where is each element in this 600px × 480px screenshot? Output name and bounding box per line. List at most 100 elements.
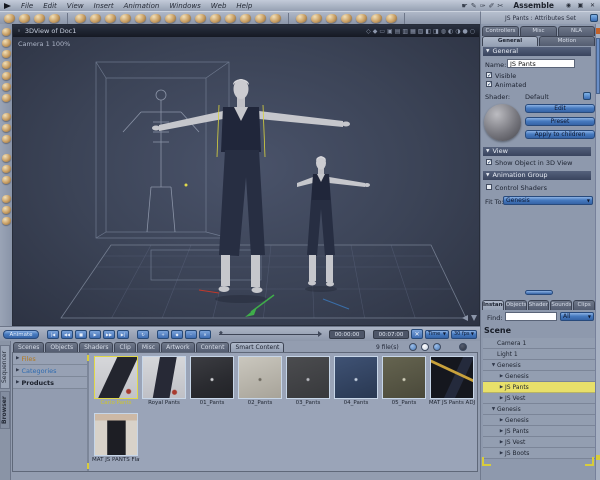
preview-shade-icon[interactable]: ○ xyxy=(470,26,475,37)
edit-button[interactable]: Edit xyxy=(525,104,595,113)
fire-icon[interactable] xyxy=(210,13,221,23)
menu-animation[interactable]: Animation xyxy=(119,2,165,10)
stop-button[interactable]: ■ xyxy=(75,329,87,339)
menu-help[interactable]: Help xyxy=(231,2,257,10)
tab-sequencer[interactable]: Sequencer xyxy=(0,345,10,389)
tab-sounds[interactable]: Sounds xyxy=(550,300,573,310)
content-thumbnail-01-pants[interactable]: 01_Pants xyxy=(188,355,236,412)
eye-visibility-icon[interactable]: ◉ xyxy=(564,1,573,11)
content-thumbnail-royal-pants[interactable]: Royal Pants xyxy=(140,355,188,412)
camera-bank-icon[interactable] xyxy=(1,176,11,184)
layout-single-icon[interactable]: ▣ xyxy=(387,26,393,37)
wand-icon[interactable] xyxy=(371,13,382,23)
scene-item-light-1[interactable]: Light 1 xyxy=(483,349,595,360)
wrench-icon[interactable] xyxy=(4,13,15,23)
tab-misc[interactable]: Misc xyxy=(520,26,557,36)
go-start-button[interactable]: |◀ xyxy=(47,329,59,339)
light-icon[interactable] xyxy=(225,13,236,23)
menu-insert[interactable]: Insert xyxy=(89,2,119,10)
eyedropper-tool-icon[interactable] xyxy=(1,72,11,80)
menu-view[interactable]: View xyxy=(62,2,89,10)
metaball-icon[interactable] xyxy=(120,13,131,23)
tab-scenes[interactable]: Scenes xyxy=(13,342,45,352)
fps-dropdown[interactable]: 30 fps ▼ xyxy=(451,329,477,339)
tab-browser[interactable]: Browser xyxy=(0,391,10,429)
delete-key-button[interactable]: ✕ xyxy=(199,329,211,339)
content-thumbnail-mat-js-pants-adj[interactable]: MAT JS Pants ADJ xyxy=(428,355,476,412)
scrollbar-thumb[interactable] xyxy=(596,38,600,94)
panel-scrollbar[interactable] xyxy=(595,24,600,480)
feather-icon[interactable] xyxy=(311,13,322,23)
viewport-canvas[interactable]: Camera 1 100% xyxy=(13,37,479,325)
timeline-scrubber[interactable]: ◆ xyxy=(219,330,322,337)
layout-4-icon[interactable]: ▦ xyxy=(410,26,416,37)
viewport-scroll-arrows[interactable] xyxy=(462,315,477,321)
layout-2h-icon[interactable]: ▥ xyxy=(402,26,408,37)
control-shaders-checkbox[interactable] xyxy=(486,184,492,190)
animate-button[interactable]: Animate xyxy=(3,329,39,339)
content-thumbnail-04-pants[interactable]: 04_Pants xyxy=(332,355,380,412)
menu-edit[interactable]: Edit xyxy=(38,2,62,10)
rotate-tool-icon[interactable] xyxy=(1,50,11,58)
figure-icon[interactable] xyxy=(255,13,266,23)
tab-motion[interactable]: Motion xyxy=(539,36,595,46)
expander-icon[interactable]: ▶ xyxy=(498,440,505,445)
tab-nla[interactable]: NLA xyxy=(558,26,595,36)
show-object-checkbox[interactable]: ✓ xyxy=(486,159,492,166)
content-thumbnail-02-pants[interactable]: 02_Pants xyxy=(236,355,284,412)
scene-item-js-pants-2[interactable]: ▶ JS Pants xyxy=(483,426,595,437)
menu-file[interactable]: File xyxy=(16,2,38,10)
tab-instances[interactable]: Instances xyxy=(482,300,504,310)
content-thumbnail-03-pants[interactable]: 03_Pants xyxy=(284,355,332,412)
expander-icon[interactable]: ▶ xyxy=(498,396,505,401)
end-time-field[interactable]: 00:07:00 xyxy=(373,329,409,339)
name-input[interactable] xyxy=(507,59,575,68)
view-mode-list-button[interactable] xyxy=(409,343,417,351)
sphere-primitive-icon[interactable] xyxy=(75,13,86,23)
camera-pan-icon[interactable] xyxy=(1,165,11,173)
axis-widget[interactable] xyxy=(198,289,350,317)
expander-icon[interactable]: ▶ xyxy=(498,451,505,456)
play-button[interactable]: ▶ xyxy=(89,329,101,339)
hand-tool-icon[interactable]: ☛ xyxy=(462,1,468,11)
tree-item-products[interactable]: ▶ Products xyxy=(13,377,87,389)
section-view[interactable]: ▼ View xyxy=(483,147,591,156)
panel-menu-icon[interactable] xyxy=(590,14,598,22)
apply-to-children-button[interactable]: Apply to children xyxy=(525,130,595,139)
layout-3-icon[interactable]: ▧ xyxy=(418,26,424,37)
display-quality-icon[interactable] xyxy=(1,206,11,214)
manipulator-xyz-icon[interactable] xyxy=(1,113,11,121)
browser-options-button[interactable] xyxy=(459,343,467,351)
menu-web[interactable]: Web xyxy=(206,2,232,10)
content-thumbnail-05-pants[interactable]: 05_Pants xyxy=(380,355,428,412)
find-filter-dropdown[interactable]: All ▼ xyxy=(560,312,594,321)
current-time-field[interactable]: 00:00:00 xyxy=(329,329,365,339)
expander-icon[interactable]: ▶ xyxy=(498,429,505,434)
duck-icon[interactable] xyxy=(296,13,307,23)
terrain-icon[interactable] xyxy=(165,13,176,23)
text-object-icon[interactable] xyxy=(135,13,146,23)
tab-clips[interactable]: Clips xyxy=(573,300,595,310)
add-key-button[interactable]: + xyxy=(157,329,169,339)
preset-button[interactable]: Preset xyxy=(525,117,595,126)
prev-frame-button[interactable]: ◀◀ xyxy=(61,329,73,339)
grid-settings-icon[interactable] xyxy=(1,217,11,225)
cloud-icon[interactable] xyxy=(195,13,206,23)
wire-shade-icon[interactable]: ◍ xyxy=(441,26,446,37)
key-button[interactable]: ◆ xyxy=(171,329,183,339)
bank-icon[interactable]: ▭ xyxy=(379,26,385,37)
panel-splitter-handle[interactable] xyxy=(525,290,553,295)
magnify-tool-icon[interactable] xyxy=(1,94,11,102)
tab-smart-content[interactable]: Smart Content xyxy=(230,342,285,352)
pen-tool-icon[interactable]: ✑ xyxy=(480,1,486,11)
tab-objects[interactable]: Objects xyxy=(504,300,527,310)
orbit-icon[interactable]: ◆ xyxy=(373,26,378,37)
tab-clip[interactable]: Clip xyxy=(114,342,136,352)
draw-tool-icon[interactable]: ✐ xyxy=(489,1,495,11)
scissors-tool-icon[interactable]: ✂ xyxy=(497,1,503,11)
coin-icon[interactable] xyxy=(356,13,367,23)
bone-icon[interactable] xyxy=(386,13,397,23)
section-general[interactable]: ▼ General xyxy=(483,47,591,56)
visible-checkbox[interactable]: ✓ xyxy=(486,72,492,79)
layout-left-icon[interactable]: ◧ xyxy=(425,26,431,37)
